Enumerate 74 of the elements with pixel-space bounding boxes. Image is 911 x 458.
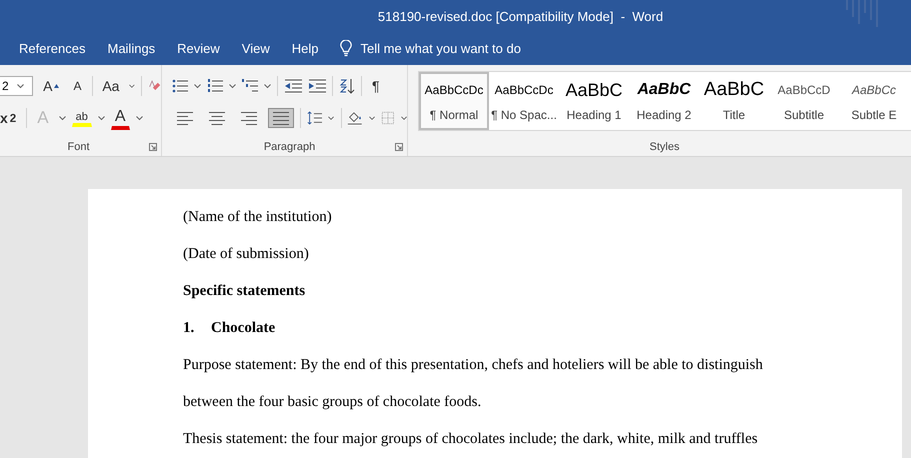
bullet-list-icon[interactable] (172, 79, 188, 93)
chevron-down-icon[interactable] (194, 84, 201, 88)
multilevel-list-icon[interactable] (242, 79, 258, 93)
decrease-indent-icon[interactable] (284, 79, 302, 93)
bold-heading: Specific statements (183, 282, 306, 301)
line-spacing-icon[interactable] (306, 110, 322, 126)
style-item[interactable]: AaBbCcDc ¶ Normal (419, 72, 489, 130)
ribbon-tab[interactable]: Help (280, 41, 330, 56)
shrink-font-button[interactable]: A (69, 77, 86, 95)
borders-icon[interactable] (381, 110, 395, 126)
grow-font-button[interactable]: A (39, 76, 64, 96)
align-left-icon (176, 110, 194, 126)
align-right-icon (240, 110, 258, 126)
chevron-down-icon[interactable] (229, 84, 236, 88)
chevron-down-icon[interactable] (98, 116, 105, 120)
style-name: ¶ No Spac... (491, 108, 557, 122)
style-name: Heading 2 (636, 108, 692, 122)
numbered-list-icon[interactable] (207, 79, 223, 93)
ribbon-tab[interactable]: Mailings (96, 41, 166, 56)
chevron-down-icon[interactable] (328, 116, 335, 120)
style-preview: AaBbCcDc (494, 82, 554, 99)
style-item[interactable]: AaBbC Title (699, 72, 769, 130)
style-name: ¶ Normal (430, 108, 478, 122)
align-center-icon (208, 110, 226, 126)
decorative-lines-drawing (845, 0, 881, 28)
style-preview: AaBbC (565, 80, 623, 100)
paragraph: Purpose statement: By the end of this presentation, chefs and hoteliers will be able to distinguish between the four basic groups of chocolate foods. (183, 356, 764, 412)
paragraph: Thesis statement: the four major groups of chocolates include; the dark, white, milk and truffles (183, 430, 759, 449)
group-label: Font (66, 140, 90, 155)
align-button[interactable] (268, 108, 294, 128)
chevron-down-icon[interactable] (16, 84, 24, 88)
triangle-up-icon (54, 84, 60, 88)
align-justify-icon (272, 110, 290, 126)
style-preview: AaBbCcD (778, 82, 830, 99)
chevron-down-icon[interactable] (129, 84, 136, 88)
style-item[interactable]: AaBbCcD Subtitle (769, 72, 839, 130)
dialog-launcher-icon[interactable] (395, 143, 403, 151)
font-size-field[interactable]: 2 (0, 76, 34, 96)
group-label: Paragraph (262, 140, 316, 155)
chevron-down-icon[interactable] (136, 116, 143, 120)
chevron-down-icon[interactable] (400, 116, 407, 120)
style-name: Heading 1 (566, 108, 622, 122)
font-color-button[interactable]: A (110, 106, 130, 130)
numbered-heading: 1. Chocolate (183, 319, 276, 338)
window-title: 518190-revised.doc [Compatibility Mode] - Word (378, 8, 664, 24)
style-preview: AaBbCc (852, 82, 896, 99)
style-item[interactable]: AaBbC Heading 2 (629, 72, 699, 130)
style-item[interactable]: AaBbCc Subtle E (839, 72, 909, 130)
style-name: Title (722, 108, 746, 122)
sort-icon[interactable] (339, 78, 355, 94)
paint-bucket-icon[interactable] (347, 110, 363, 126)
increase-indent-icon[interactable] (308, 79, 326, 93)
ribbon-tab[interactable]: View (230, 41, 281, 56)
chevron-down-icon[interactable] (368, 116, 376, 120)
style-name: Subtitle (784, 108, 824, 122)
group-label: Styles (648, 140, 680, 155)
tell-me-field[interactable]: Tell me what you want to do (360, 41, 521, 56)
style-preview: AaBbC (637, 80, 691, 100)
ribbon-tab[interactable]: Review (166, 41, 231, 56)
lightbulb-icon (340, 40, 352, 57)
style-item[interactable]: AaBbCcDc ¶ No Spac... (489, 72, 559, 130)
style-name: Subtle E (851, 108, 897, 122)
dialog-launcher-icon[interactable] (149, 143, 157, 151)
highlight-button[interactable]: ab (72, 109, 92, 127)
paragraph: (Name of the institution) (183, 208, 333, 227)
show-formatting-button[interactable]: ¶ (368, 76, 384, 96)
chevron-down-icon[interactable] (264, 84, 271, 88)
chevron-down-icon[interactable] (58, 116, 66, 120)
style-item[interactable]: AaBbC Heading 1 (559, 72, 629, 130)
paragraph: (Date of submission) (183, 245, 310, 264)
style-preview: AaBbCcDc (424, 82, 484, 99)
ribbon-tab[interactable]: References (8, 41, 96, 56)
change-case-button[interactable]: Aa (98, 76, 124, 96)
style-preview: AaBbC (704, 80, 764, 100)
